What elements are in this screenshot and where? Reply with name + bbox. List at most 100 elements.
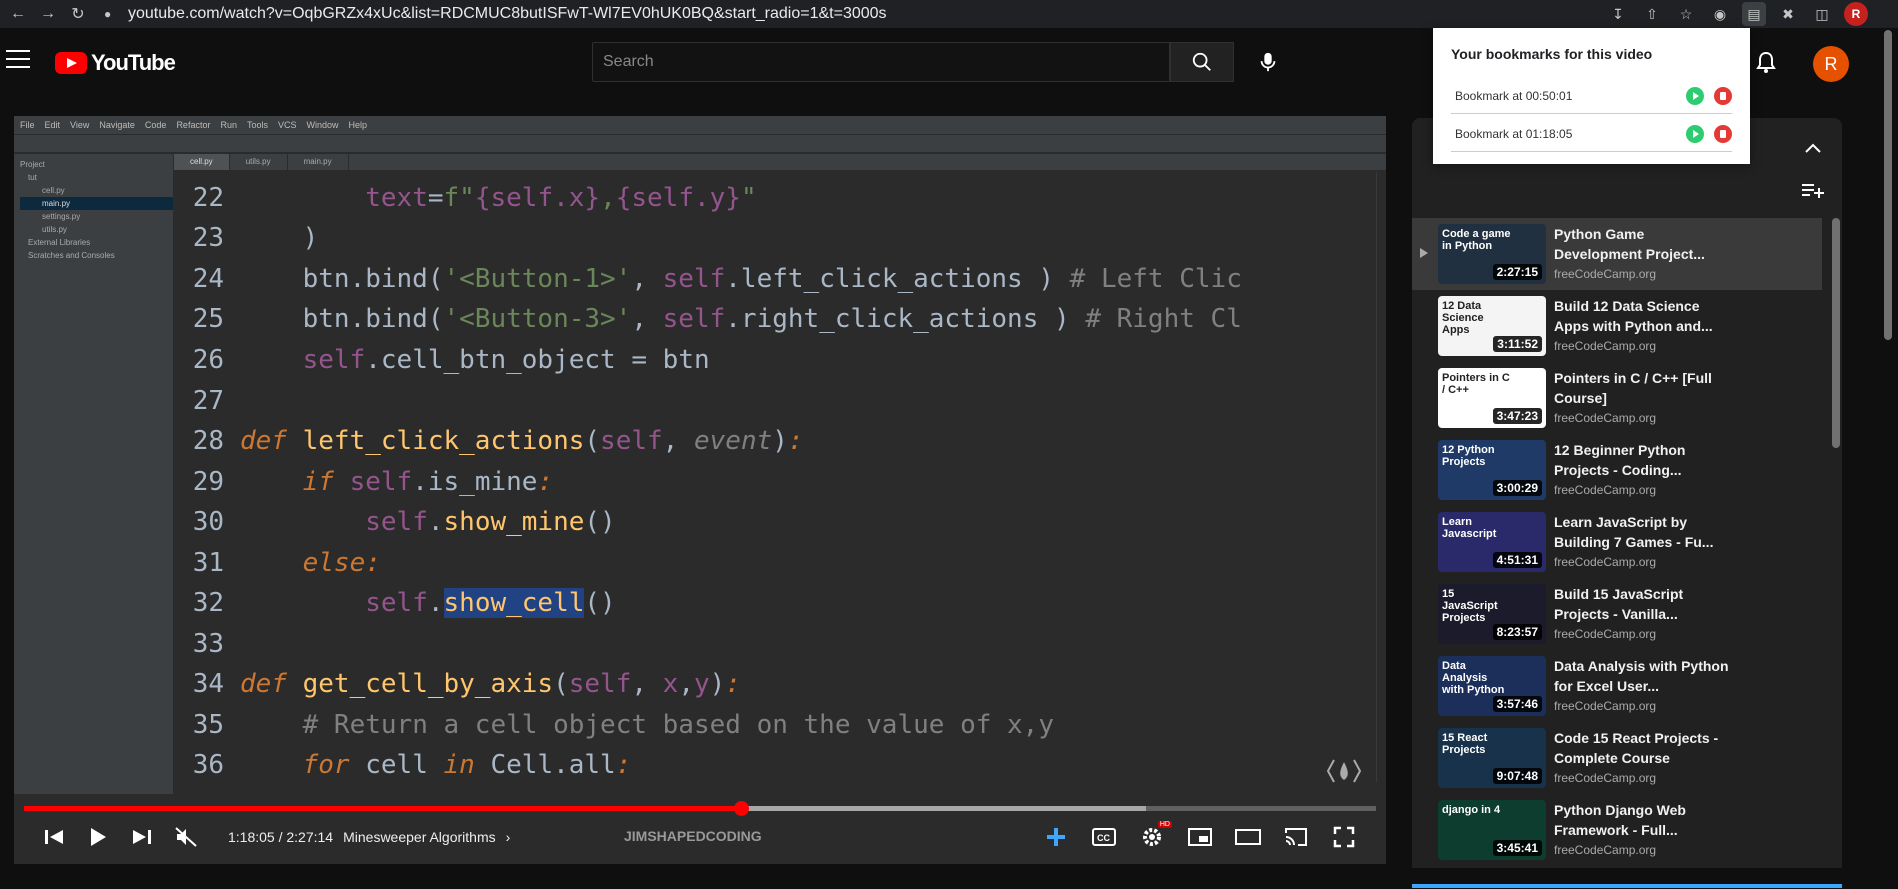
playlist-item[interactable]: 12 Python Projects 3:00:29 12 Beginner Pyt…: [1412, 434, 1822, 506]
next-icon: [133, 830, 151, 844]
video-thumbnail[interactable]: django in 4 3:45:41: [1438, 800, 1546, 860]
previous-button[interactable]: [32, 819, 76, 855]
star-icon[interactable]: ☆: [1674, 2, 1698, 26]
ide-menu-bar: File Edit View Navigate Code Refactor Ru…: [14, 116, 1386, 134]
ide-menu-run: Run: [220, 120, 237, 130]
playlist-item[interactable]: 15 React Projects 9:07:48 Code 15 React Pr…: [1412, 722, 1822, 794]
channel-name[interactable]: freeCodeCamp.org: [1554, 555, 1730, 569]
bookmarks-popup-title: Your bookmarks for this video: [1451, 46, 1653, 62]
forward-icon[interactable]: →: [36, 2, 60, 26]
bookmark-play-icon[interactable]: [1686, 124, 1704, 143]
user-avatar[interactable]: R: [1813, 46, 1849, 82]
play-button[interactable]: [76, 819, 120, 855]
video-thumbnail[interactable]: Data Analysis with Python 3:57:46: [1438, 656, 1546, 716]
search-icon: [1192, 52, 1211, 71]
video-title[interactable]: Python Django Web Framework - Full...: [1554, 800, 1730, 840]
page-scrollbar[interactable]: [1884, 30, 1892, 340]
channel-name[interactable]: freeCodeCamp.org: [1554, 843, 1730, 857]
bookmark-play-icon[interactable]: [1686, 86, 1704, 105]
playlist-panel: Code a game in Python 2:27:15 Python Game …: [1412, 118, 1852, 868]
bookmark-label: Bookmark at 01:18:05: [1455, 126, 1573, 141]
ide-file-tabs: cell.py utils.py main.py: [174, 154, 1386, 170]
playlist-item[interactable]: 12 Data Science Apps 3:11:52 Build 12 Data…: [1412, 290, 1822, 362]
now-playing-icon: [1420, 248, 1428, 258]
video-player[interactable]: File Edit View Navigate Code Refactor Ru…: [14, 116, 1386, 864]
install-icon[interactable]: ↧: [1606, 2, 1630, 26]
code-editor: 22 text=f"{self.x},{self.y}" 23 ) 24 btn…: [174, 172, 1386, 782]
cast-button[interactable]: [1274, 819, 1318, 855]
search-input[interactable]: [603, 53, 1169, 71]
mute-button[interactable]: [164, 819, 208, 855]
channel-name[interactable]: freeCodeCamp.org: [1554, 483, 1730, 497]
subscribe-watermark[interactable]: [1322, 756, 1366, 796]
playlist-item[interactable]: Pointers in C / C++ 3:47:23 Pointers in C …: [1412, 362, 1822, 434]
settings-button[interactable]: HD: [1130, 819, 1174, 855]
thumbnail-text: 12 Python Projects: [1442, 444, 1495, 468]
puzzle-icon[interactable]: ✖: [1776, 2, 1800, 26]
search-box[interactable]: [592, 42, 1170, 82]
reload-icon[interactable]: ↻: [66, 2, 90, 26]
thumbnail-text: 12 Data Science Apps: [1442, 300, 1484, 336]
video-title[interactable]: Python Game Development Project...: [1554, 224, 1730, 264]
playlist-item[interactable]: django in 4 3:45:41 Python Django Web Fram…: [1412, 794, 1822, 866]
channel-name[interactable]: freeCodeCamp.org: [1554, 699, 1730, 713]
share-icon[interactable]: ⇧: [1640, 2, 1664, 26]
captions-button[interactable]: CC: [1082, 819, 1126, 855]
video-thumbnail[interactable]: Code a game in Python 2:27:15: [1438, 224, 1546, 284]
channel-name[interactable]: freeCodeCamp.org: [1554, 771, 1730, 785]
search-button[interactable]: [1170, 42, 1234, 82]
voice-search-button[interactable]: [1248, 42, 1288, 82]
video-title[interactable]: Pointers in C / C++ [Full Course]: [1554, 368, 1730, 408]
playlist-item[interactable]: 15 JavaScript Projects 8:23:57 Build 15 Ja…: [1412, 578, 1822, 650]
extension-icon[interactable]: ◉: [1708, 2, 1732, 26]
video-title[interactable]: 12 Beginner Python Projects - Coding...: [1554, 440, 1730, 480]
bookmark-label: Bookmark at 00:50:01: [1455, 88, 1573, 103]
channel-name[interactable]: freeCodeCamp.org: [1554, 411, 1730, 425]
theater-mode-button[interactable]: [1226, 819, 1270, 855]
time-display: 1:18:05 / 2:27:14: [228, 829, 334, 845]
playlist-scrollbar[interactable]: [1832, 218, 1840, 448]
chevron-right-icon[interactable]: ›: [506, 829, 511, 845]
video-thumbnail[interactable]: 15 React Projects 9:07:48: [1438, 728, 1546, 788]
browser-profile-avatar[interactable]: R: [1844, 2, 1868, 26]
address-bar[interactable]: ● youtube.com/watch?v=OqbGRZx4xUc&list=R…: [104, 2, 1584, 26]
progress-scrubber[interactable]: [733, 801, 749, 816]
channel-name[interactable]: freeCodeCamp.org: [1554, 339, 1730, 353]
ide-menu-edit: Edit: [44, 120, 61, 130]
channel-name[interactable]: freeCodeCamp.org: [1554, 267, 1730, 281]
video-title[interactable]: Code 15 React Projects - Complete Course: [1554, 728, 1730, 768]
next-button[interactable]: [120, 819, 164, 855]
video-thumbnail[interactable]: Learn Javascript 4:51:31: [1438, 512, 1546, 572]
video-title[interactable]: Data Analysis with Python for Excel User…: [1554, 656, 1730, 696]
fullscreen-icon: [1333, 826, 1355, 848]
youtube-logo[interactable]: YouTube: [55, 50, 176, 76]
miniplayer-icon: [1188, 828, 1212, 846]
miniplayer-button[interactable]: [1178, 819, 1222, 855]
playlist-item[interactable]: Code a game in Python 2:27:15 Python Game …: [1412, 218, 1822, 290]
chevron-up-icon[interactable]: [1804, 142, 1822, 154]
bookmark-delete-icon[interactable]: [1714, 124, 1732, 143]
bookmark-delete-icon[interactable]: [1714, 86, 1732, 105]
playlist-item[interactable]: Learn Javascript 4:51:31 Learn JavaScript …: [1412, 506, 1822, 578]
video-title[interactable]: Build 15 JavaScript Projects - Vanilla..…: [1554, 584, 1730, 624]
player-controls: 1:18:05 / 2:27:14 Minesweeper Algorithms…: [14, 816, 1386, 858]
video-title[interactable]: Build 12 Data Science Apps with Python a…: [1554, 296, 1730, 336]
menu-icon[interactable]: [6, 50, 30, 70]
back-icon[interactable]: ←: [6, 2, 30, 26]
thumbnail-text: Learn Javascript: [1442, 516, 1497, 540]
progress-bar[interactable]: [14, 801, 1386, 816]
video-thumbnail[interactable]: Pointers in C / C++ 3:47:23: [1438, 368, 1546, 428]
channel-name[interactable]: freeCodeCamp.org: [1554, 627, 1730, 641]
chapter-title[interactable]: Minesweeper Algorithms: [343, 829, 496, 845]
sidepanel-icon[interactable]: ◫: [1810, 2, 1834, 26]
playlist-item[interactable]: Data Analysis with Python 3:57:46 Data Ana…: [1412, 650, 1822, 722]
video-title[interactable]: Learn JavaScript by Building 7 Games - F…: [1554, 512, 1730, 552]
bookmark-extension-icon[interactable]: ▤: [1742, 2, 1766, 26]
fullscreen-button[interactable]: [1322, 819, 1366, 855]
save-playlist-icon[interactable]: [1802, 182, 1824, 198]
video-thumbnail[interactable]: 12 Python Projects 3:00:29: [1438, 440, 1546, 500]
video-thumbnail[interactable]: 15 JavaScript Projects 8:23:57: [1438, 584, 1546, 644]
video-thumbnail[interactable]: 12 Data Science Apps 3:11:52: [1438, 296, 1546, 356]
notifications-button[interactable]: [1754, 50, 1782, 78]
add-bookmark-button[interactable]: [1034, 819, 1078, 855]
